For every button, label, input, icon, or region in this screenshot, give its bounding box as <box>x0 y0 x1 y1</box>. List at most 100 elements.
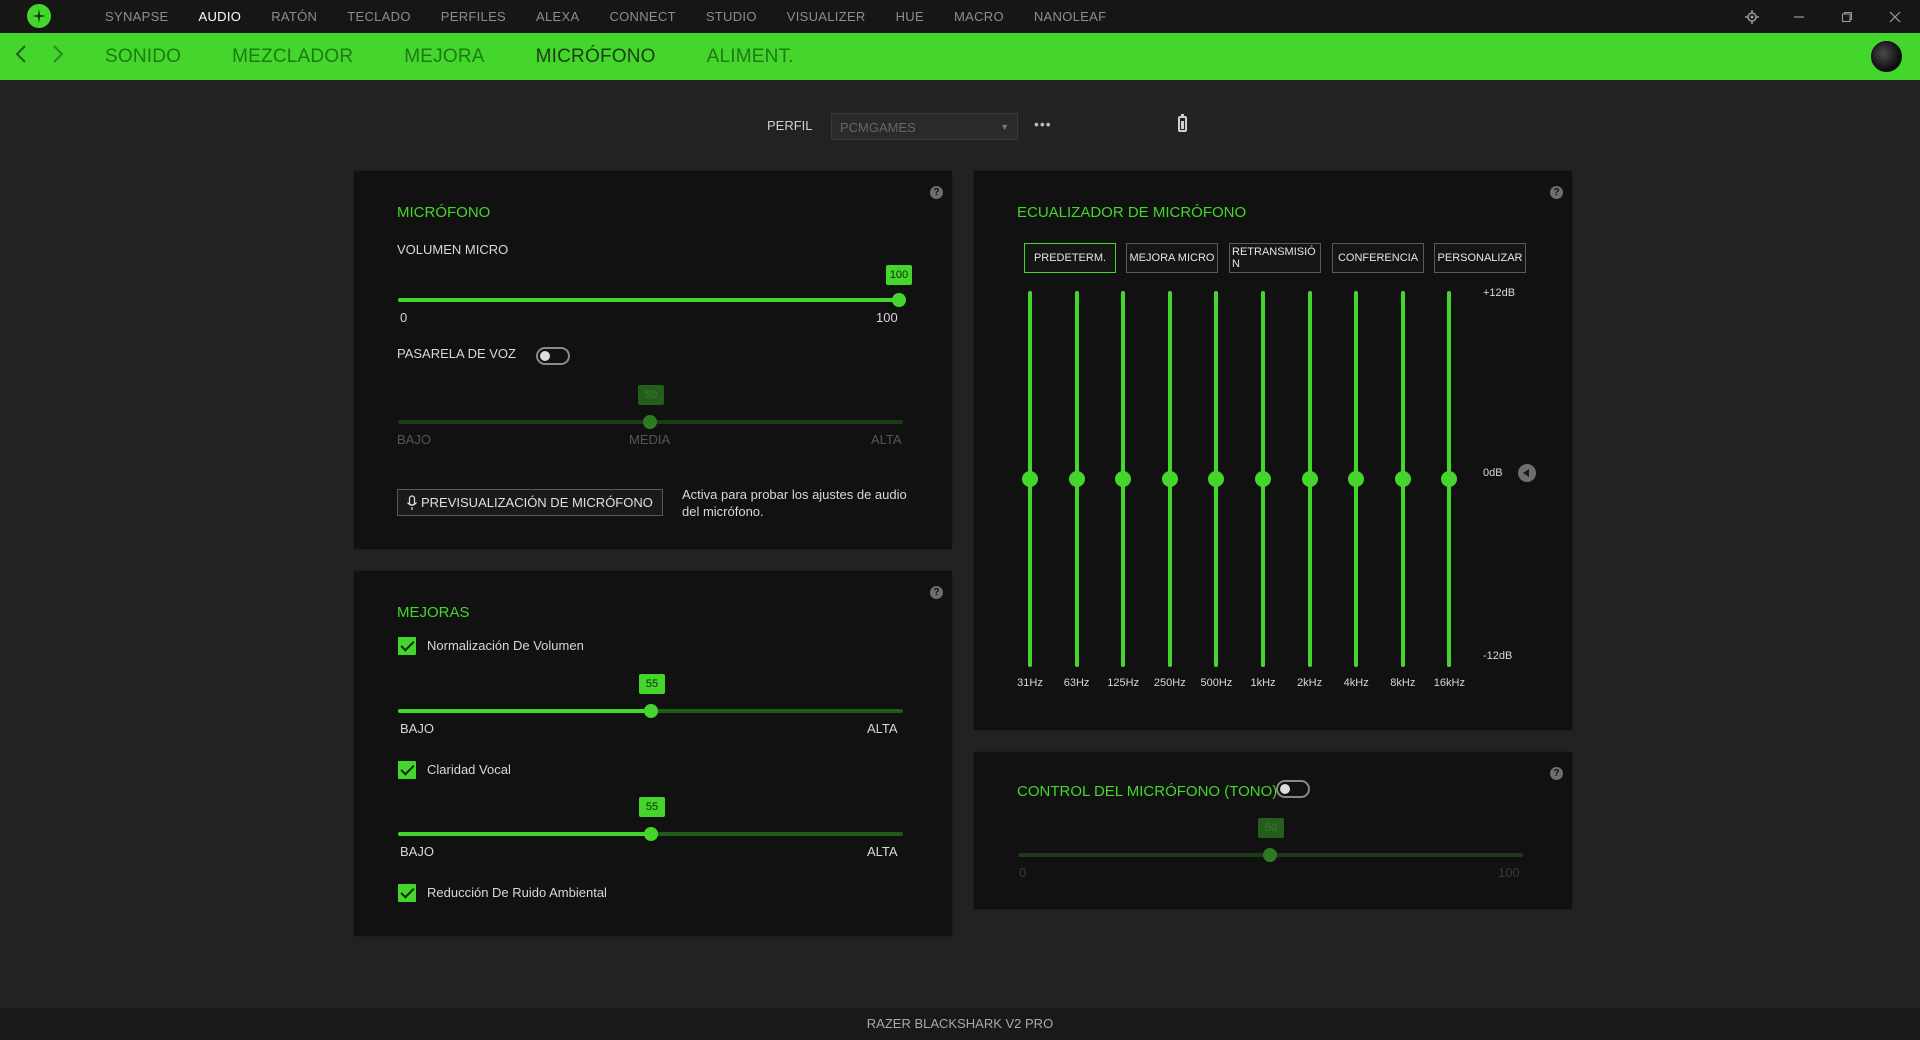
noise-reduction-checkbox[interactable] <box>398 884 416 902</box>
enhancements-panel: ? MEJORAS Normalización De Volumen 55 BA… <box>353 570 953 937</box>
eq-band-thumb[interactable] <box>1348 471 1365 487</box>
topnav-item-connect[interactable]: CONNECT <box>594 0 690 33</box>
eq-preset-custom[interactable]: PERSONALIZAR <box>1434 243 1526 273</box>
top-bar: SYNAPSE AUDIO RATÓN TECLADO PERFILES ALE… <box>0 0 1920 33</box>
eq-band-label: 16kHz <box>1433 677 1465 689</box>
topnav-item-nanoleaf[interactable]: NANOLEAF <box>1019 0 1121 33</box>
eq-band-slider[interactable] <box>1300 291 1320 667</box>
minimize-icon[interactable] <box>1776 0 1822 33</box>
eq-band-slider[interactable] <box>1346 291 1366 667</box>
eq-preset-conference[interactable]: CONFERENCIA <box>1332 243 1424 273</box>
volume-normalization-checkbox[interactable] <box>398 637 416 655</box>
eq-band-thumb[interactable] <box>1068 471 1085 487</box>
eq-band-thumb[interactable] <box>1115 471 1132 487</box>
vocal-clarity-slider[interactable] <box>398 827 903 841</box>
eq-band-label: 2kHz <box>1297 677 1323 689</box>
eq-preset-broadcast[interactable]: RETRANSMISIÓ N <box>1229 243 1321 273</box>
mic-control-min-label: 0 <box>1019 865 1027 880</box>
eq-band-slider[interactable] <box>1393 291 1413 667</box>
volume-normalization-slider-thumb[interactable] <box>644 704 658 718</box>
topnav-item-synapse[interactable]: SYNAPSE <box>90 0 184 33</box>
eq-band-slider[interactable] <box>1067 291 1087 667</box>
eq-band-label: 31Hz <box>1017 677 1043 689</box>
topnav-item-raton[interactable]: RATÓN <box>256 0 332 33</box>
profile-dropdown[interactable]: PCMGAMES ▼ <box>831 113 1018 140</box>
microphone-title: MICRÓFONO <box>397 204 491 221</box>
mic-volume-slider-thumb[interactable] <box>892 293 906 307</box>
more-options-button[interactable]: ••• <box>1034 116 1052 132</box>
mic-control-title: CONTROL DEL MICRÓFONO (TONO) <box>1017 783 1278 800</box>
sub-navigation-bar: SONIDO MEZCLADOR MEJORA MICRÓFONO ALIMEN… <box>0 33 1920 80</box>
eq-band-thumb[interactable] <box>1255 471 1271 487</box>
eq-band-slider[interactable] <box>1020 291 1040 667</box>
eq-preset-default[interactable]: PREDETERM. <box>1024 243 1116 273</box>
eq-band-label: 125Hz <box>1107 677 1140 689</box>
back-arrow-icon[interactable] <box>11 44 31 68</box>
topnav-item-alexa[interactable]: ALEXA <box>521 0 594 33</box>
mic-preview-button[interactable]: PREVISUALIZACIÓN DE MICRÓFONO <box>397 489 663 516</box>
mic-control-panel: ? CONTROL DEL MICRÓFONO (TONO) 50 0 100 <box>973 751 1573 910</box>
topnav-item-visualizer[interactable]: VISUALIZER <box>772 0 881 33</box>
voice-gate-mid-label: MEDIA <box>629 432 671 447</box>
tab-microfono[interactable]: MICRÓFONO <box>536 33 656 80</box>
eq-preset-mic-enhance[interactable]: MEJORA MICRO <box>1126 243 1218 273</box>
mic-control-slider-thumb[interactable] <box>1263 848 1277 862</box>
volume-normalization-slider[interactable] <box>398 704 903 718</box>
help-icon[interactable]: ? <box>930 586 943 599</box>
noise-reduction-label: Reducción De Ruido Ambiental <box>427 885 607 900</box>
razer-logo-icon[interactable] <box>27 4 51 28</box>
topnav-item-studio[interactable]: STUDIO <box>691 0 772 33</box>
forward-arrow-icon[interactable] <box>48 44 68 68</box>
eq-band-slider[interactable] <box>1439 291 1459 667</box>
eq-band-label: 4kHz <box>1343 677 1369 689</box>
avatar[interactable] <box>1871 41 1902 72</box>
close-icon[interactable] <box>1872 0 1918 33</box>
eq-band-thumb[interactable] <box>1441 471 1458 487</box>
eq-band-thumb[interactable] <box>1161 471 1178 487</box>
mic-control-max-label: 100 <box>1498 865 1520 880</box>
voice-gate-toggle[interactable] <box>536 347 570 365</box>
help-icon[interactable]: ? <box>1550 767 1563 780</box>
topnav-item-perfiles[interactable]: PERFILES <box>426 0 521 33</box>
topnav-item-macro[interactable]: MACRO <box>939 0 1019 33</box>
eq-db-mid-label: 0dB <box>1483 467 1503 479</box>
maximize-icon[interactable] <box>1824 0 1870 33</box>
mic-volume-slider[interactable] <box>398 293 906 307</box>
vocal-clarity-checkbox[interactable] <box>398 761 416 779</box>
tab-sonido[interactable]: SONIDO <box>105 33 181 80</box>
mic-volume-slider-fill <box>398 298 903 302</box>
eq-band-slider[interactable] <box>1253 291 1273 667</box>
top-navigation: SYNAPSE AUDIO RATÓN TECLADO PERFILES ALE… <box>90 0 1121 33</box>
mic-control-slider[interactable] <box>1018 848 1523 862</box>
voice-gate-slider[interactable] <box>398 415 903 429</box>
help-icon[interactable]: ? <box>1550 186 1563 199</box>
eq-band-label: 1kHz <box>1250 677 1276 689</box>
mic-control-toggle[interactable] <box>1276 780 1310 798</box>
tab-mezclador[interactable]: MEZCLADOR <box>232 33 353 80</box>
help-icon[interactable]: ? <box>930 186 943 199</box>
eq-db-bottom-label: -12dB <box>1483 650 1513 662</box>
eq-band-thumb[interactable] <box>1208 471 1225 487</box>
voice-gate-slider-thumb[interactable] <box>643 415 657 429</box>
eq-band-thumb[interactable] <box>1301 471 1318 487</box>
reset-icon[interactable] <box>1518 464 1536 482</box>
vocal-clarity-slider-thumb[interactable] <box>644 827 658 841</box>
tab-mejora[interactable]: MEJORA <box>404 33 484 80</box>
eq-band-thumb[interactable] <box>1022 471 1038 487</box>
volume-normalization-label: Normalización De Volumen <box>427 638 584 653</box>
eq-band-thumb[interactable] <box>1394 471 1411 487</box>
topnav-item-hue[interactable]: HUE <box>881 0 939 33</box>
vocal-clarity-low-label: BAJO <box>400 844 434 859</box>
battery-icon <box>1178 114 1187 132</box>
vocal-clarity-label: Claridad Vocal <box>427 762 511 777</box>
eq-band-slider[interactable] <box>1206 291 1226 667</box>
mic-preview-button-label: PREVISUALIZACIÓN DE MICRÓFONO <box>421 495 653 510</box>
enhancements-title: MEJORAS <box>397 604 470 621</box>
tab-aliment[interactable]: ALIMENT. <box>707 33 794 80</box>
eq-band-slider[interactable] <box>1113 291 1133 667</box>
volume-normalization-high-label: ALTA <box>867 721 898 736</box>
topnav-item-audio[interactable]: AUDIO <box>184 0 257 33</box>
eq-band-slider[interactable] <box>1160 291 1180 667</box>
settings-icon[interactable] <box>1729 0 1775 33</box>
topnav-item-teclado[interactable]: TECLADO <box>332 0 426 33</box>
